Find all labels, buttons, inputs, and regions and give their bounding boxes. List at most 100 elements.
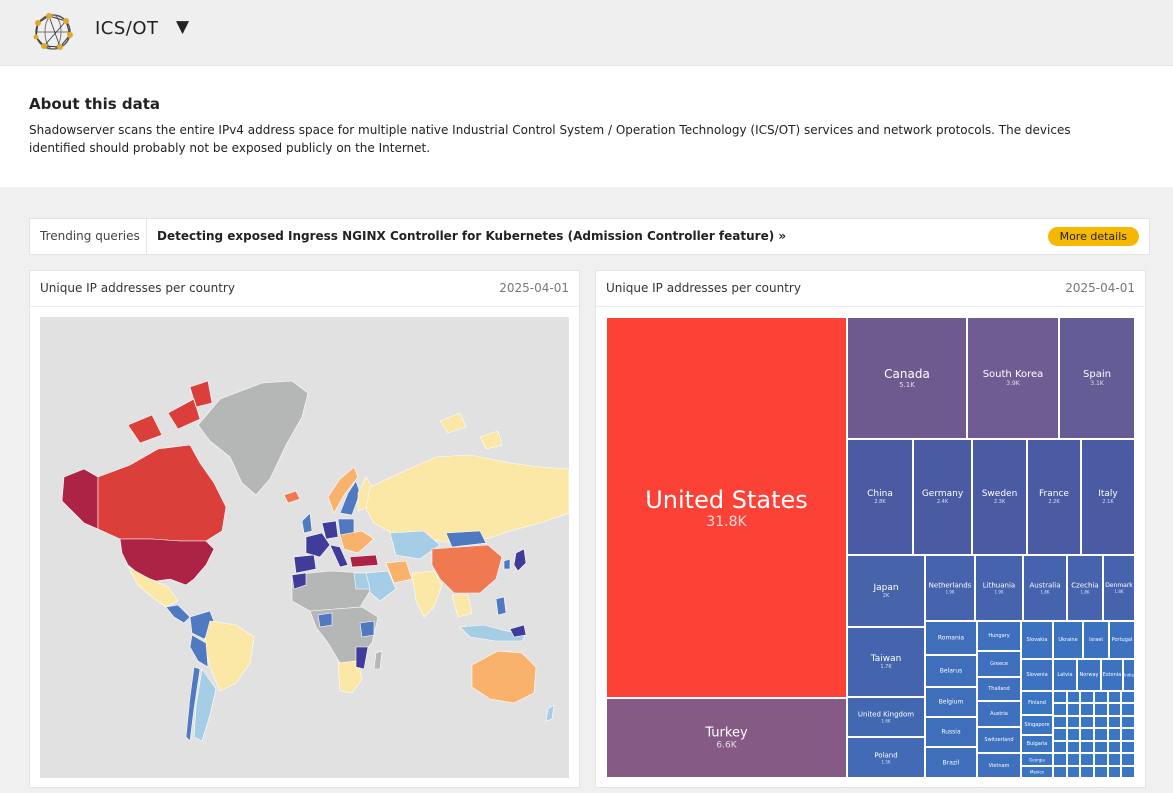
treemap-tile-small[interactable]: [1080, 740, 1094, 754]
country-turkey[interactable]: [349, 554, 379, 568]
treemap-tile-small[interactable]: [1066, 703, 1081, 716]
treemap-tile-small[interactable]: [1107, 765, 1122, 778]
treemap-tile[interactable]: Turkey 6.6K: [606, 698, 847, 778]
treemap-tile[interactable]: Finland: [1021, 691, 1053, 715]
treemap-tile-small[interactable]: [1107, 753, 1122, 766]
treemap-tile-small[interactable]: [1121, 740, 1135, 754]
treemap-tile[interactable]: India: [1123, 659, 1135, 691]
treemap-tile[interactable]: Greece: [977, 651, 1021, 677]
treemap-tile-small[interactable]: [1107, 728, 1122, 741]
treemap-tile-small[interactable]: [1094, 703, 1108, 716]
treemap-tile[interactable]: Georgia: [1021, 753, 1053, 766]
treemap-tile-small[interactable]: [1053, 703, 1067, 716]
treemap-tile-small[interactable]: [1107, 691, 1122, 704]
treemap-tile-small[interactable]: [1121, 765, 1135, 778]
treemap-tile[interactable]: Austria: [977, 701, 1021, 727]
treemap-tile[interactable]: South Korea 3.9K: [967, 317, 1059, 439]
world-choropleth-map[interactable]: [40, 317, 569, 778]
treemap-tile-small[interactable]: [1094, 728, 1108, 741]
country-philippines[interactable]: [495, 596, 507, 616]
treemap-tile[interactable]: Italy 2.1K: [1081, 439, 1135, 555]
treemap-tile[interactable]: Russia: [925, 717, 977, 747]
treemap-tile[interactable]: Ukraine: [1053, 621, 1083, 659]
treemap-tile[interactable]: Germany 2.4K: [913, 439, 972, 555]
country-kenya[interactable]: [359, 620, 375, 638]
treemap-tile[interactable]: Canada 5.1K: [847, 317, 967, 439]
treemap-tile[interactable]: Czechia 1.8K: [1067, 555, 1103, 621]
treemap-tile[interactable]: Romania: [925, 621, 977, 655]
treemap-tile[interactable]: Vietnam: [977, 753, 1021, 778]
treemap-tile[interactable]: Slovenia: [1021, 659, 1053, 691]
treemap-tile[interactable]: Slovakia: [1021, 621, 1053, 659]
treemap-tile-small[interactable]: [1066, 728, 1081, 741]
treemap-tile-small[interactable]: [1121, 703, 1135, 716]
treemap-tile-small[interactable]: [1080, 728, 1094, 741]
treemap-tile-small[interactable]: [1053, 765, 1067, 778]
treemap-tile-small[interactable]: [1107, 703, 1122, 716]
treemap-tile[interactable]: United Kingdom 1.6K: [847, 697, 925, 737]
treemap-tile-small[interactable]: [1080, 691, 1094, 704]
treemap-tile[interactable]: Latvia: [1053, 659, 1077, 691]
map-panel: Unique IP addresses per country 2025-04-…: [29, 270, 580, 788]
treemap-tile[interactable]: Brazil: [925, 747, 977, 778]
treemap-tile-content: Sweden 2.3K: [973, 489, 1026, 505]
treemap-tile[interactable]: Australia 1.8K: [1023, 555, 1067, 621]
world-map-svg[interactable]: [40, 317, 569, 778]
treemap-tile[interactable]: Denmark 1.8K: [1103, 555, 1135, 621]
treemap-tile[interactable]: United States 31.8K: [606, 317, 847, 698]
treemap-tile-small[interactable]: [1053, 740, 1067, 754]
treemap-tile[interactable]: Taiwan 1.7K: [847, 627, 925, 697]
treemap-tile[interactable]: China 2.8K: [847, 439, 913, 555]
treemap-tile-small[interactable]: [1107, 715, 1122, 729]
treemap-tile-small[interactable]: [1080, 753, 1094, 766]
treemap-tile[interactable]: Japan 2K: [847, 555, 925, 627]
treemap-tile-small[interactable]: [1121, 728, 1135, 741]
more-details-button[interactable]: More details: [1047, 227, 1139, 246]
treemap-tile-small[interactable]: [1094, 691, 1108, 704]
treemap-tile[interactable]: Sweden 2.3K: [972, 439, 1027, 555]
treemap-tile[interactable]: Hungary: [977, 621, 1021, 651]
treemap-tile-small[interactable]: [1053, 715, 1067, 729]
treemap-tile-small[interactable]: [1121, 691, 1135, 704]
treemap-tile[interactable]: Portugal: [1109, 621, 1135, 659]
treemap-tile[interactable]: Israel: [1083, 621, 1109, 659]
treemap-tile-small[interactable]: [1094, 765, 1108, 778]
treemap-tile[interactable]: Netherlands 1.9K: [925, 555, 975, 621]
treemap-tile-small[interactable]: [1053, 728, 1067, 741]
treemap-tile-small[interactable]: [1107, 740, 1122, 754]
treemap-tile-small[interactable]: [1066, 715, 1081, 729]
treemap-tile[interactable]: Switzerland: [977, 727, 1021, 753]
treemap-tile[interactable]: Belgium: [925, 687, 977, 717]
treemap-tile-small[interactable]: [1094, 715, 1108, 729]
treemap-tile[interactable]: Bulgaria: [1021, 735, 1053, 753]
treemap-tile-small[interactable]: [1066, 765, 1081, 778]
treemap-tile-small[interactable]: [1121, 753, 1135, 766]
treemap-tile-small[interactable]: [1066, 753, 1081, 766]
treemap-tile[interactable]: Estonia: [1101, 659, 1123, 691]
treemap-tile[interactable]: Lithuania 1.9K: [975, 555, 1023, 621]
treemap-tile-content: Greece: [978, 661, 1020, 667]
country-nigeria[interactable]: [317, 612, 333, 628]
treemap-tile[interactable]: Mexico: [1021, 766, 1053, 778]
treemap-tile-small[interactable]: [1080, 703, 1094, 716]
treemap-tile-small[interactable]: [1121, 715, 1135, 729]
treemap-tile[interactable]: Singapore: [1021, 715, 1053, 735]
treemap-tile-small[interactable]: [1080, 715, 1094, 729]
treemap-tile-small[interactable]: [1094, 740, 1108, 754]
treemap-tile-small[interactable]: [1094, 753, 1108, 766]
network-globe-logo-icon[interactable]: [30, 9, 76, 55]
treemap-tile-small[interactable]: [1053, 753, 1067, 766]
treemap-tile[interactable]: Belarus: [925, 655, 977, 687]
chevron-down-icon[interactable]: ▼: [176, 17, 189, 37]
country-south-korea[interactable]: [503, 558, 511, 570]
treemap-tile-small[interactable]: [1053, 691, 1067, 704]
trending-query-link[interactable]: Detecting exposed Ingress NGINX Controll…: [157, 219, 786, 254]
treemap-tile[interactable]: Thailand: [977, 677, 1021, 701]
treemap-tile[interactable]: Norway: [1077, 659, 1101, 691]
treemap-tile[interactable]: Poland 1.5K: [847, 737, 925, 778]
treemap-tile-small[interactable]: [1066, 691, 1081, 704]
treemap-tile-small[interactable]: [1066, 740, 1081, 754]
treemap-tile[interactable]: Spain 3.1K: [1059, 317, 1135, 439]
treemap-tile-small[interactable]: [1080, 765, 1094, 778]
treemap-tile[interactable]: France 2.2K: [1027, 439, 1081, 555]
